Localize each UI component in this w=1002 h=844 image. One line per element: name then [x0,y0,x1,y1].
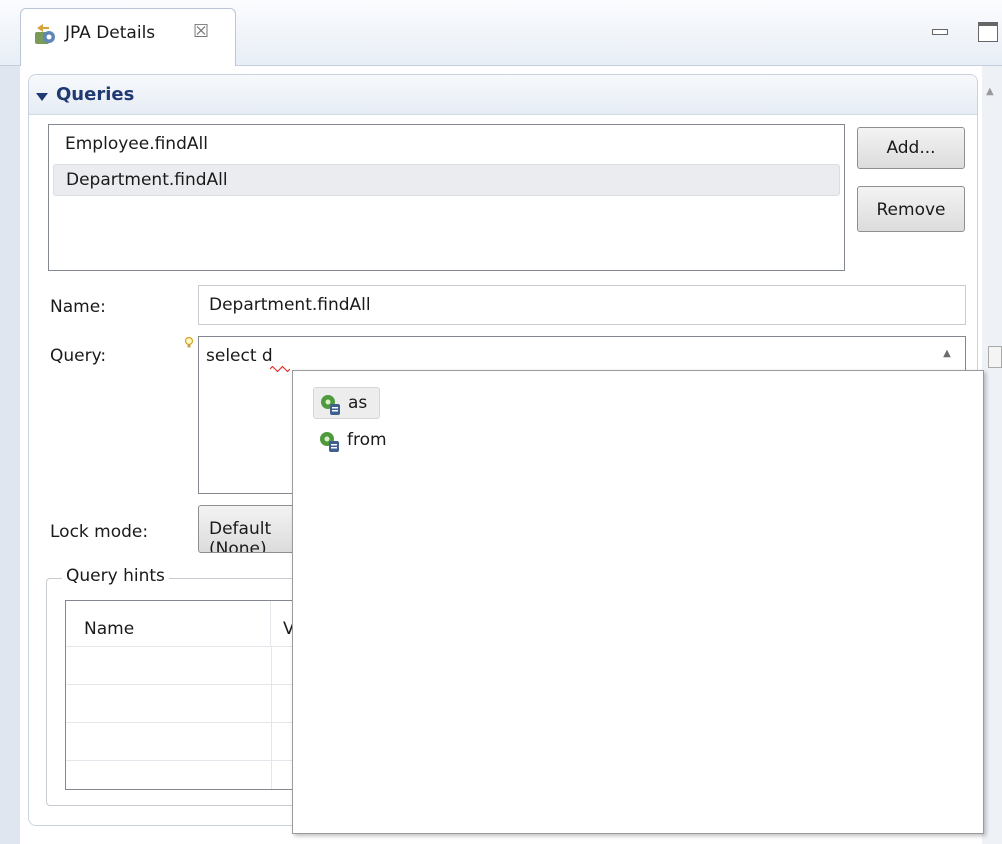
assist-item-from[interactable]: from [313,425,399,457]
assist-item-label: from [347,430,387,450]
minimize-icon[interactable] [930,22,948,40]
lightbulb-icon [184,336,194,348]
assist-item-label: as [348,393,368,413]
assist-item-as[interactable]: as [313,387,381,419]
section-title: Queries [56,84,135,105]
tab-label: JPA Details [65,23,156,43]
jpql-keyword-icon [321,395,340,415]
close-icon[interactable]: ☒ [193,21,209,42]
add-query-button[interactable]: Add... [857,127,965,169]
right-gutter [982,66,1002,844]
vertical-scrollbar[interactable] [988,346,1002,368]
query-label: Query: [50,346,107,366]
name-input[interactable] [198,285,966,325]
column-divider [271,647,272,789]
spell-error-underline [270,366,290,372]
table-row[interactable] [66,647,304,685]
jpa-details-icon [35,24,55,44]
remove-query-button[interactable]: Remove [857,186,965,232]
name-label: Name: [50,297,106,317]
table-header: Name Value [66,601,304,647]
tab-jpa-details[interactable]: JPA Details ☒ [20,8,236,67]
lock-mode-value: Default (None) [209,519,272,553]
textarea-scroll-up-icon[interactable]: ▲ [934,344,960,366]
table-row[interactable] [66,723,304,761]
table-row[interactable] [66,761,304,789]
list-item-label: Department.findAll [66,170,228,190]
queries-section-header[interactable] [29,75,977,115]
list-item-selected[interactable]: Department.findAll [53,164,840,196]
jpql-keyword-icon [320,432,339,452]
queries-list[interactable]: Employee.findAll Department.findAll [48,124,845,271]
content-assist-popup[interactable]: as from [292,370,984,834]
chevron-down-icon[interactable] [36,93,48,101]
maximize-icon[interactable] [978,22,998,42]
scroll-up-icon[interactable]: ▲ [986,86,994,97]
column-header-name[interactable]: Name [66,601,271,647]
query-hints-title: Query hints [62,566,169,586]
query-hints-table[interactable]: Name Value [65,600,305,790]
table-row[interactable] [66,685,304,723]
query-text: select d [206,346,273,366]
list-item-label: Employee.findAll [65,134,208,154]
list-item[interactable]: Employee.findAll [53,129,840,161]
lock-mode-label: Lock mode: [50,522,149,542]
